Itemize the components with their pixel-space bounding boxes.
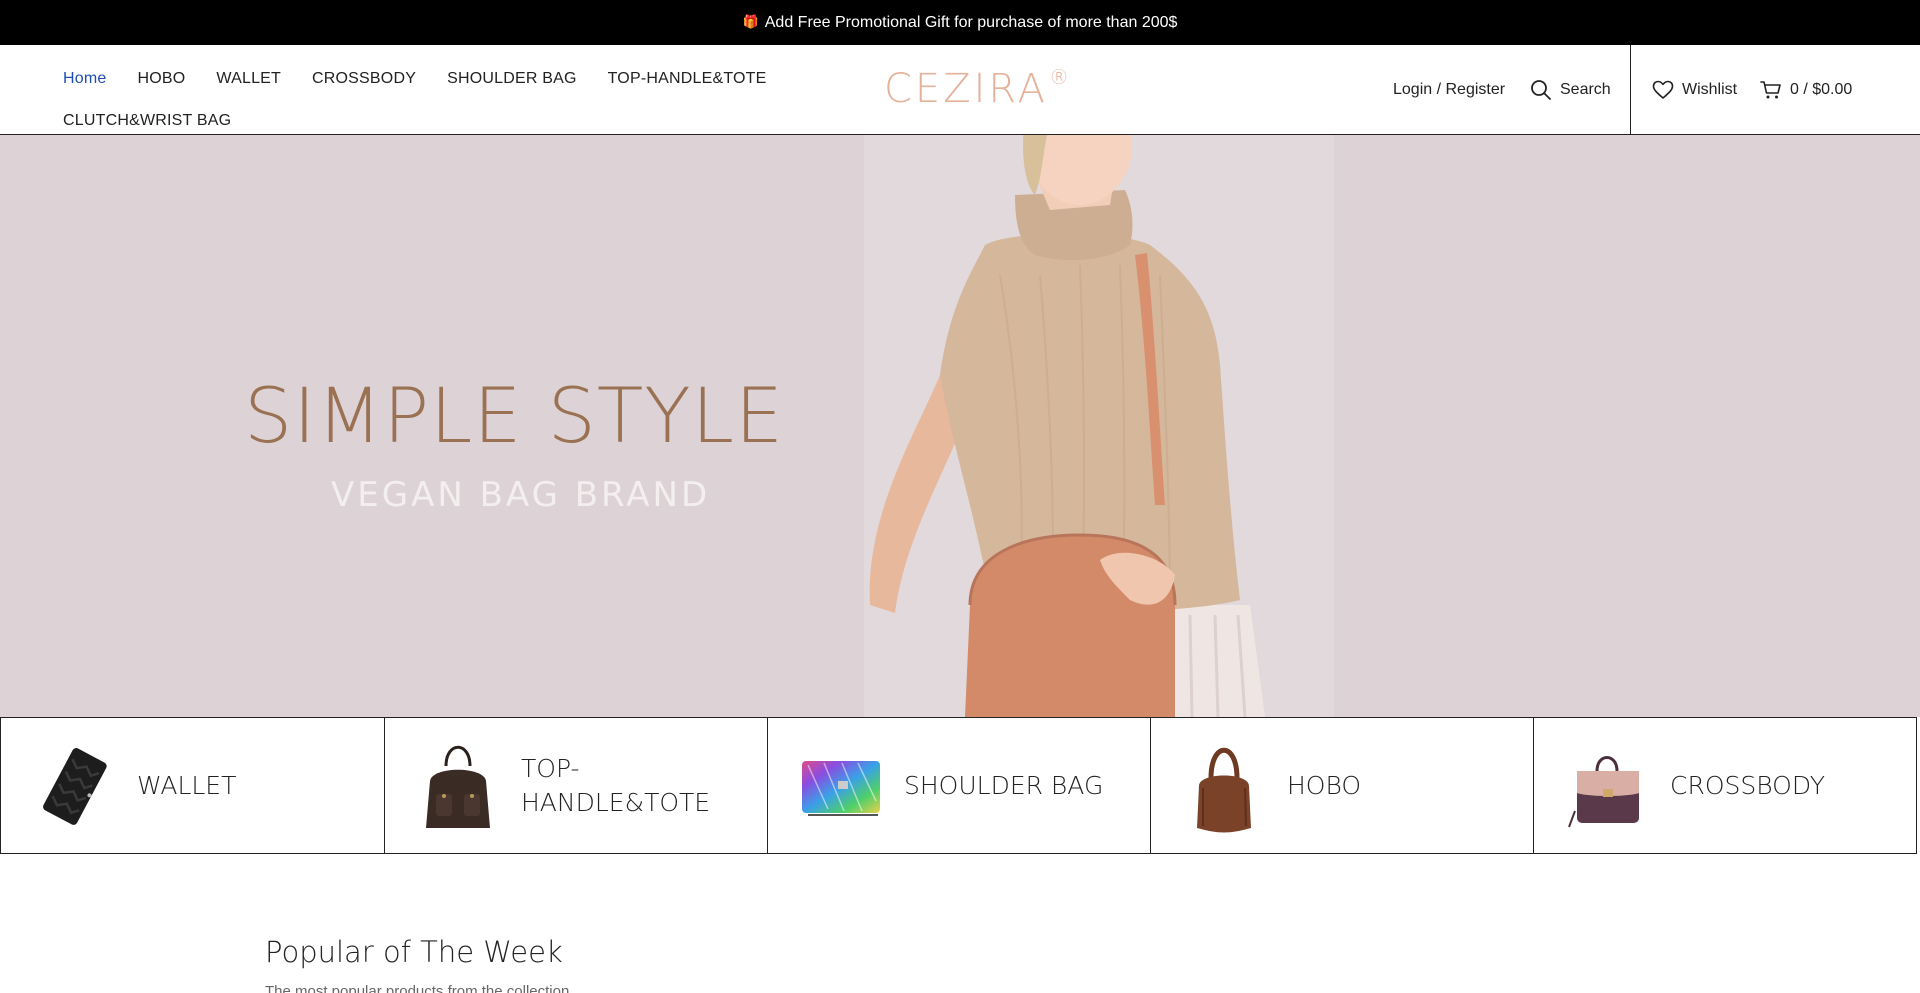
category-label: CROSSBODY	[1670, 770, 1826, 800]
category-card-hobo[interactable]: HOBO	[1150, 717, 1534, 854]
nav-item-home[interactable]: Home	[63, 58, 106, 100]
login-register-label: Login / Register	[1393, 80, 1506, 98]
category-card-shoulder-bag[interactable]: SHOULDER BAG	[767, 717, 1151, 854]
logo-text: CEZIRA	[884, 66, 1048, 112]
site-header: Home HOBO WALLET CROSSBODY SHOULDER BAG …	[0, 45, 1920, 135]
nav-item-wallet[interactable]: WALLET	[216, 58, 281, 100]
nav-item-hobo[interactable]: HOBO	[137, 58, 185, 100]
hero-subtitle: VEGAN BAG BRAND	[331, 475, 711, 515]
hero-model-image	[869, 135, 1265, 717]
category-card-crossbody[interactable]: CROSSBODY	[1533, 717, 1917, 854]
registered-mark: ®	[1048, 65, 1072, 89]
popular-section-title: Popular of The Week	[265, 935, 563, 969]
announcement-bar: 🎁 Add Free Promotional Gift for purchase…	[0, 0, 1920, 45]
nav-item-crossbody[interactable]: CROSSBODY	[312, 58, 416, 100]
gift-icon: 🎁	[742, 15, 759, 30]
tote-bag-image	[413, 736, 503, 836]
cart-link[interactable]: 0 / $0.00	[1760, 45, 1852, 134]
cart-total: 0 / $0.00	[1790, 80, 1853, 98]
category-label: SHOULDER BAG	[904, 770, 1104, 800]
category-card-top-handle-tote[interactable]: TOP-HANDLE&TOTE	[384, 717, 768, 854]
popular-section-subtitle: The most popular products from the colle…	[265, 983, 570, 993]
hero-banner[interactable]: SIMPLE STYLE VEGAN BAG BRAND	[0, 135, 1920, 717]
search-icon	[1530, 79, 1552, 101]
main-nav: Home HOBO WALLET CROSSBODY SHOULDER BAG …	[63, 58, 783, 142]
category-strip: WALLET TOP-HANDLE&TOTE SHOULDER BAG HOBO…	[0, 717, 1920, 854]
nav-item-shoulder-bag[interactable]: SHOULDER BAG	[447, 58, 577, 100]
search-label: Search	[1560, 80, 1611, 98]
login-register-link[interactable]: Login / Register	[1393, 45, 1505, 134]
wishlist-label: Wishlist	[1682, 80, 1738, 98]
wishlist-link[interactable]: Wishlist	[1652, 45, 1737, 134]
header-divider	[1630, 45, 1631, 135]
wallet-image	[29, 736, 119, 836]
site-logo[interactable]: CEZIRA®	[884, 65, 1072, 112]
hero-title: SIMPLE STYLE	[244, 371, 785, 460]
hobo-bag-image	[1179, 736, 1269, 836]
heart-icon	[1652, 80, 1674, 100]
nav-item-top-handle-tote[interactable]: TOP-HANDLE&TOTE	[608, 58, 767, 100]
cart-icon	[1760, 80, 1782, 100]
category-label: TOP-HANDLE&TOTE	[521, 753, 711, 817]
search-button[interactable]: Search	[1530, 45, 1611, 134]
category-card-wallet[interactable]: WALLET	[0, 717, 385, 854]
category-label: HOBO	[1287, 770, 1362, 800]
shoulder-bag-image	[796, 736, 886, 836]
announcement-text: Add Free Promotional Gift for purchase o…	[764, 13, 1178, 31]
category-label: WALLET	[137, 770, 237, 800]
crossbody-bag-image	[1562, 736, 1652, 836]
